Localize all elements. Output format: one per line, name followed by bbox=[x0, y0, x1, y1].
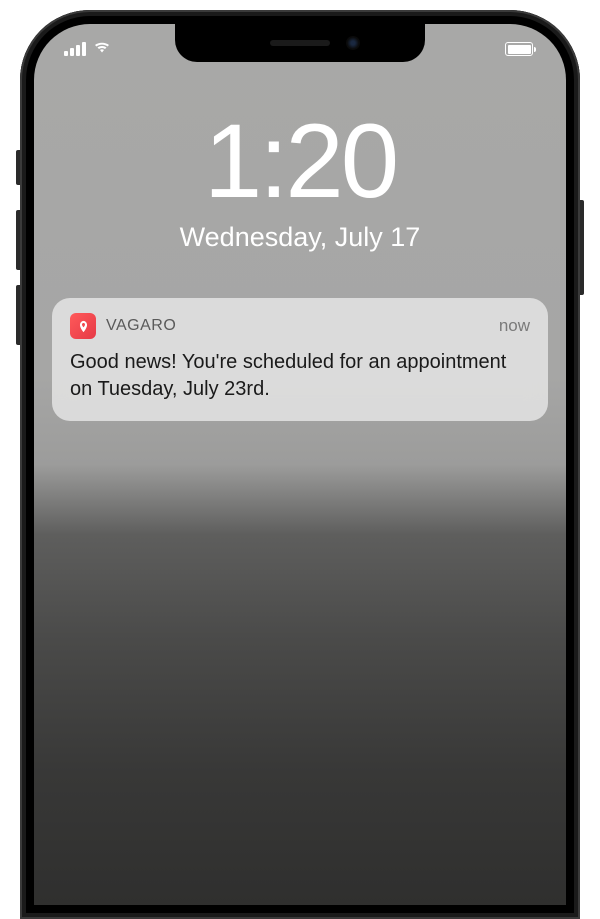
phone-screen[interactable]: 1:20 Wednesday, July 17 VAGARO now Good … bbox=[34, 24, 566, 905]
volume-up-button bbox=[16, 210, 20, 270]
notification-message: Good news! You're scheduled for an appoi… bbox=[70, 349, 530, 403]
volume-down-button bbox=[16, 285, 20, 345]
mute-switch bbox=[16, 150, 20, 185]
lock-screen-time: 1:20 bbox=[34, 109, 566, 214]
phone-side-buttons-left bbox=[16, 150, 20, 360]
battery-icon bbox=[505, 42, 536, 56]
notification-timestamp: now bbox=[499, 316, 530, 336]
phone-side-buttons-right bbox=[580, 200, 584, 295]
phone-device-frame: 1:20 Wednesday, July 17 VAGARO now Good … bbox=[20, 10, 580, 919]
lock-screen-clock: 1:20 Wednesday, July 17 bbox=[34, 109, 566, 253]
vagaro-app-icon bbox=[70, 313, 96, 339]
wifi-icon bbox=[92, 39, 112, 59]
notification-app-info: VAGARO bbox=[70, 313, 176, 339]
notification-header: VAGARO now bbox=[70, 313, 530, 339]
power-button bbox=[580, 200, 584, 295]
cellular-signal-icon bbox=[64, 42, 86, 56]
status-bar-right bbox=[505, 42, 536, 56]
phone-notch bbox=[175, 24, 425, 62]
lock-screen-date: Wednesday, July 17 bbox=[34, 222, 566, 253]
notification-card[interactable]: VAGARO now Good news! You're scheduled f… bbox=[52, 298, 548, 421]
notification-app-name: VAGARO bbox=[106, 317, 176, 335]
status-bar-left bbox=[64, 39, 112, 59]
front-camera bbox=[346, 36, 360, 50]
speaker-grille bbox=[270, 40, 330, 46]
